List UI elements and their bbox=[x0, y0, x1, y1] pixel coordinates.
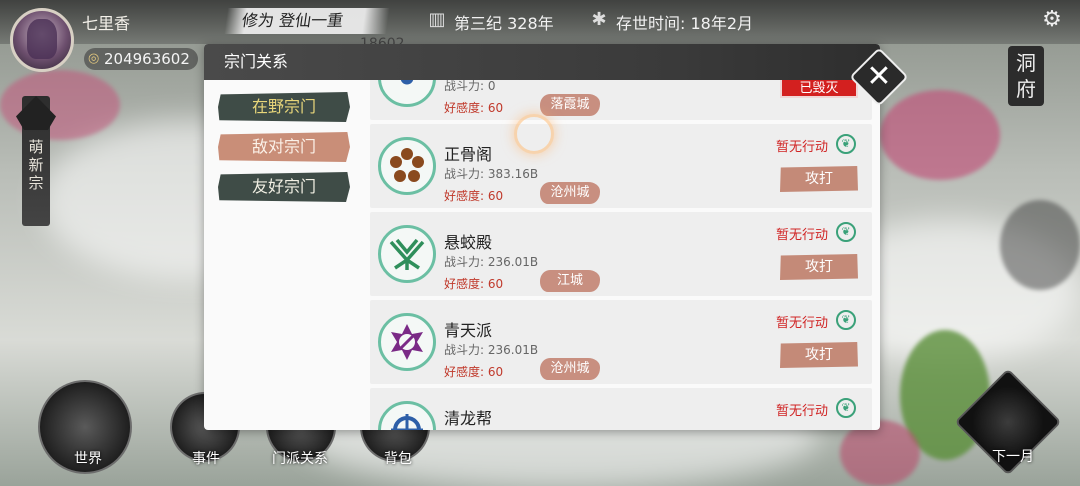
next-month-label: 下一月 bbox=[992, 449, 1034, 465]
combat-power: 战斗力: 236.01B bbox=[444, 255, 539, 269]
tab-hostile-sects[interactable]: 敌对宗门 bbox=[218, 132, 350, 162]
leaf-icon: ❦ bbox=[836, 222, 856, 242]
sect-banner[interactable]: 萌新宗 bbox=[22, 96, 50, 226]
sect-card: 悬蛟殿 战斗力: 236.01B 好感度: 60 江城 暂无行动 ❦ 攻打 bbox=[370, 212, 872, 296]
sect-card: 清龙帮 暂无行动 ❦ bbox=[370, 388, 872, 430]
sect-emblem-icon bbox=[378, 137, 436, 195]
combat-power: 战斗力: 383.16B bbox=[444, 167, 539, 181]
favorability: 好感度: 60 bbox=[444, 365, 504, 379]
combat-power: 战斗力: 0 bbox=[444, 80, 496, 93]
sect-emblem-icon bbox=[378, 80, 436, 107]
survival-time: 存世时间: 18年2月 bbox=[616, 14, 754, 33]
player-avatar[interactable] bbox=[10, 8, 74, 72]
sect-card: 正骨阁 战斗力: 383.16B 好感度: 60 沧州城 暂无行动 ❦ 攻打 bbox=[370, 124, 872, 208]
calendar-icon: ▥ bbox=[428, 9, 446, 30]
leaf-icon: ❦ bbox=[836, 134, 856, 154]
events-label: 事件 bbox=[192, 451, 220, 467]
combat-power: 战斗力: 236.01B bbox=[444, 343, 539, 357]
sect-name: 清龙帮 bbox=[444, 409, 493, 428]
sect-relations-label: 门派关系 bbox=[272, 451, 328, 467]
wheat-icon: ✱ bbox=[591, 9, 607, 30]
attack-button[interactable]: 攻打 bbox=[780, 342, 858, 368]
action-status: 暂无行动 bbox=[776, 404, 829, 419]
city-tag: 沧州城 bbox=[540, 182, 600, 204]
leaf-icon: ❦ bbox=[836, 310, 856, 330]
sect-card: 青天派 战斗力: 236.01B 好感度: 60 沧州城 暂无行动 ❦ 攻打 bbox=[370, 300, 872, 384]
favorability: 好感度: 60 bbox=[444, 101, 504, 115]
sect-emblem-icon bbox=[378, 225, 436, 283]
city-tag: 江城 bbox=[540, 270, 600, 292]
action-status: 暂无行动 bbox=[776, 316, 829, 331]
spirit-stone-count: 204963602 bbox=[84, 48, 198, 70]
world-label: 世界 bbox=[74, 451, 102, 467]
sect-list[interactable]: 战斗力: 0 好感度: 60 落霞城 已毁灭 正骨阁 战斗力: 383.16B … bbox=[370, 80, 874, 430]
era-label: 第三纪 328年 bbox=[454, 14, 554, 33]
sect-emblem-icon bbox=[378, 313, 436, 371]
blossom-tree bbox=[880, 90, 1000, 180]
spiral-glow-effect bbox=[514, 114, 554, 154]
dialog-title: 宗门关系 bbox=[204, 44, 880, 80]
bag-label: 背包 bbox=[384, 451, 412, 467]
blossom-tree bbox=[0, 70, 120, 140]
tab-friendly-sects[interactable]: 友好宗门 bbox=[218, 172, 350, 202]
close-icon[interactable]: ✕ bbox=[858, 56, 900, 98]
cave-dwelling-button[interactable]: 洞府 bbox=[1008, 46, 1044, 106]
sect-name: 正骨阁 bbox=[444, 145, 493, 164]
sect-emblem-icon bbox=[378, 401, 436, 430]
destroyed-badge: 已毁灭 bbox=[780, 80, 858, 98]
dark-foliage bbox=[1000, 200, 1080, 290]
sect-card: 战斗力: 0 好感度: 60 落霞城 已毁灭 bbox=[370, 80, 872, 120]
favorability: 好感度: 60 bbox=[444, 277, 504, 291]
sect-name: 青天派 bbox=[444, 321, 493, 340]
leaf-icon: ❦ bbox=[836, 398, 856, 418]
sect-name: 悬蛟殿 bbox=[444, 233, 493, 252]
action-status: 暂无行动 bbox=[776, 140, 829, 155]
attack-button[interactable]: 攻打 bbox=[780, 254, 858, 280]
city-tag: 落霞城 bbox=[540, 94, 600, 116]
player-name: 七里香 bbox=[82, 14, 131, 33]
attack-button[interactable]: 攻打 bbox=[780, 166, 858, 192]
city-tag: 沧州城 bbox=[540, 358, 600, 380]
cultivation-level[interactable]: 修为 登仙一重 bbox=[224, 8, 390, 34]
favorability: 好感度: 60 bbox=[444, 189, 504, 203]
action-status: 暂无行动 bbox=[776, 228, 829, 243]
sect-relations-dialog: 宗门关系 在野宗门 敌对宗门 友好宗门 战斗力: 0 好感度: 60 落霞城 已… bbox=[204, 44, 880, 430]
tab-wild-sects[interactable]: 在野宗门 bbox=[218, 92, 350, 122]
gear-icon[interactable]: ⚙ bbox=[1040, 8, 1064, 32]
